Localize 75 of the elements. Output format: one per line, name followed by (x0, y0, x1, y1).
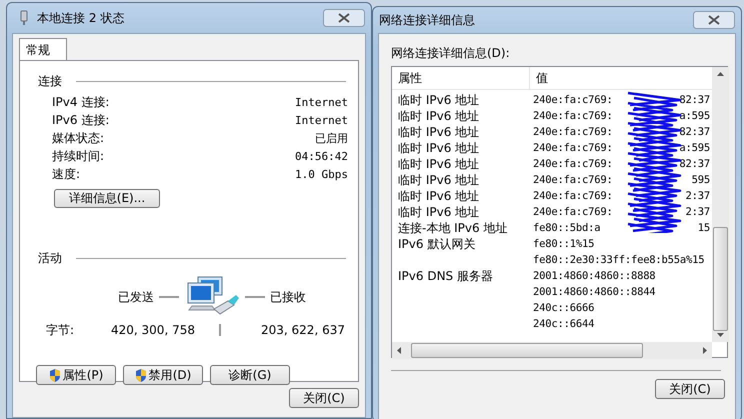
value-cell-text: 2:37 (686, 206, 711, 218)
scroll-up-icon (717, 72, 724, 76)
field-value: 04:56:42 (295, 150, 348, 162)
value-cell: 240e:fa:c769: (533, 94, 613, 106)
field-value: 1.0 Gbps (295, 168, 348, 180)
value-cell: 240e:fa:c769: (533, 190, 613, 202)
value-cell-text: 2:37 (686, 190, 711, 202)
field-label: IPv6 连接: (52, 112, 110, 128)
section-heading: 活动 (38, 250, 62, 267)
value-cell: fe80::2e30:33ff:fee8:b55a%15 (533, 254, 704, 266)
value-cell: 240e:fa:c769: (533, 158, 613, 170)
field-value: Internet (295, 96, 348, 108)
field-label: IPv4 连接: (52, 94, 110, 110)
value-cell: fe80::1%15 (533, 238, 594, 250)
property-cell: 临时 IPv6 地址 (398, 140, 480, 154)
column-header[interactable]: 值 (530, 67, 548, 89)
property-cell: 临时 IPv6 地址 (398, 156, 480, 170)
list-label: 网络连接详细信息(D): (391, 45, 511, 62)
field-value: 203, 622, 637 (261, 323, 345, 337)
value-cell: fe80::5bd:a (533, 222, 600, 234)
dialog-button[interactable]: 诊断(G) (210, 365, 290, 385)
shield-icon (134, 368, 147, 382)
scroll-right-icon (703, 347, 707, 354)
value-cell: 240e:fa:c769: (533, 126, 613, 138)
dialog-button[interactable]: 属性(P) (36, 365, 116, 385)
value-cell-text: 82:37 (679, 94, 711, 106)
field-label: 速度: (52, 166, 80, 182)
close-icon[interactable] (693, 11, 735, 29)
value-cell-text: a:595 (679, 142, 711, 154)
close-icon[interactable] (323, 9, 365, 27)
window-title: 网络连接详细信息 (379, 12, 476, 28)
property-cell: 临时 IPv6 地址 (398, 188, 480, 202)
value-cell-text: 82:37 (679, 158, 711, 170)
horizontal-scrollbar[interactable] (392, 342, 712, 359)
field-label: 持续时间: (52, 148, 104, 164)
window-title: 本地连接 2 状态 (37, 10, 126, 26)
value-cell: 240e:fa:c769: (533, 142, 613, 154)
received-label: 已接收 (270, 288, 306, 306)
scroll-down-icon (717, 333, 724, 337)
details-button[interactable]: 详细信息(E)... (54, 189, 160, 208)
field-value: Internet (295, 114, 348, 126)
property-cell: 连接-本地 IPv6 地址 (398, 220, 508, 234)
property-cell: 临时 IPv6 地址 (398, 204, 480, 218)
value-cell: 240c::6666 (533, 302, 594, 314)
property-cell: IPv6 默认网关 (398, 236, 476, 250)
property-cell: 临时 IPv6 地址 (398, 108, 480, 122)
close-button[interactable]: 关闭(C) (289, 388, 359, 408)
tab[interactable]: 常规 (19, 38, 67, 60)
property-cell: 临时 IPv6 地址 (398, 172, 480, 186)
value-cell: 2001:4860:4860::8888 (533, 270, 656, 282)
column-header[interactable]: 属性 (392, 67, 530, 89)
value-cell-text: 82:37 (679, 126, 711, 138)
value-cell: 240c::6644 (533, 318, 594, 330)
value-cell-text: 595 (692, 174, 711, 186)
sent-label: 已发送 (118, 288, 154, 306)
field-label: 媒体状态: (52, 130, 104, 146)
property-cell: 临时 IPv6 地址 (398, 92, 480, 106)
value-cell: 240e:fa:c769: (533, 174, 613, 186)
property-cell: IPv6 DNS 服务器 (398, 268, 493, 282)
value-cell: 2001:4860:4860::8844 (533, 286, 656, 298)
field-value: 420, 300, 758 (111, 323, 196, 337)
value-cell: 240e:fa:c769: (533, 110, 613, 122)
value-cell: 240e:fa:c769: (533, 206, 613, 218)
network-adapter-icon (19, 10, 29, 26)
dialog-button[interactable]: 禁用(D) (123, 365, 203, 385)
field-label: 字节: (46, 322, 76, 338)
vertical-scrollbar[interactable] (712, 67, 729, 342)
section-heading: 连接 (38, 73, 62, 90)
close-button[interactable]: 关闭(C) (655, 379, 725, 399)
property-cell: 临时 IPv6 地址 (398, 124, 480, 138)
field-value: 已启用 (315, 130, 348, 146)
value-cell-text: 15 (698, 222, 711, 234)
value-cell-text: a:595 (679, 110, 711, 122)
shield-icon (48, 368, 61, 382)
scroll-left-icon (397, 347, 401, 354)
